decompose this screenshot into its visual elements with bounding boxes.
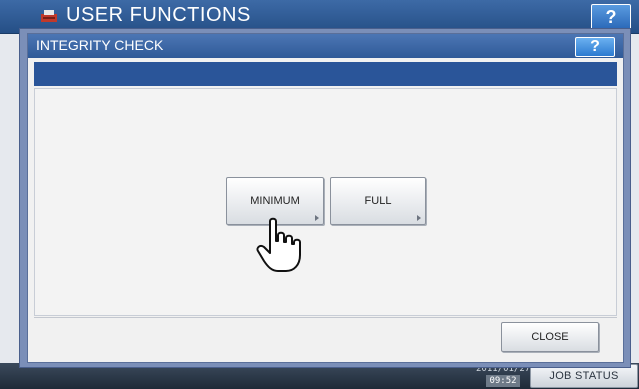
dialog-help-button[interactable]: ?: [575, 37, 615, 57]
printer-logo-icon: [41, 10, 57, 22]
background-title: USER FUNCTIONS: [66, 4, 251, 26]
full-button[interactable]: FULL: [330, 177, 426, 225]
minimum-button-label: MINIMUM: [250, 195, 300, 207]
dialog-subheader-bar: [34, 62, 617, 86]
dialog-content-area: [34, 88, 617, 316]
footer-time: 09:52: [486, 375, 520, 387]
submenu-arrow-icon: [315, 215, 319, 221]
full-button-label: FULL: [364, 195, 392, 207]
dialog-footer-divider: [34, 317, 617, 318]
dialog-title-bar: INTEGRITY CHECK ?: [28, 34, 623, 58]
close-button[interactable]: CLOSE: [501, 322, 599, 352]
background-help-button[interactable]: ?: [591, 4, 631, 30]
submenu-arrow-icon: [417, 215, 421, 221]
hand-pointer-icon: [256, 217, 301, 272]
dialog-title: INTEGRITY CHECK: [36, 37, 164, 53]
integrity-check-dialog: INTEGRITY CHECK ? MINIMUM FULL CLOSE: [27, 33, 624, 363]
